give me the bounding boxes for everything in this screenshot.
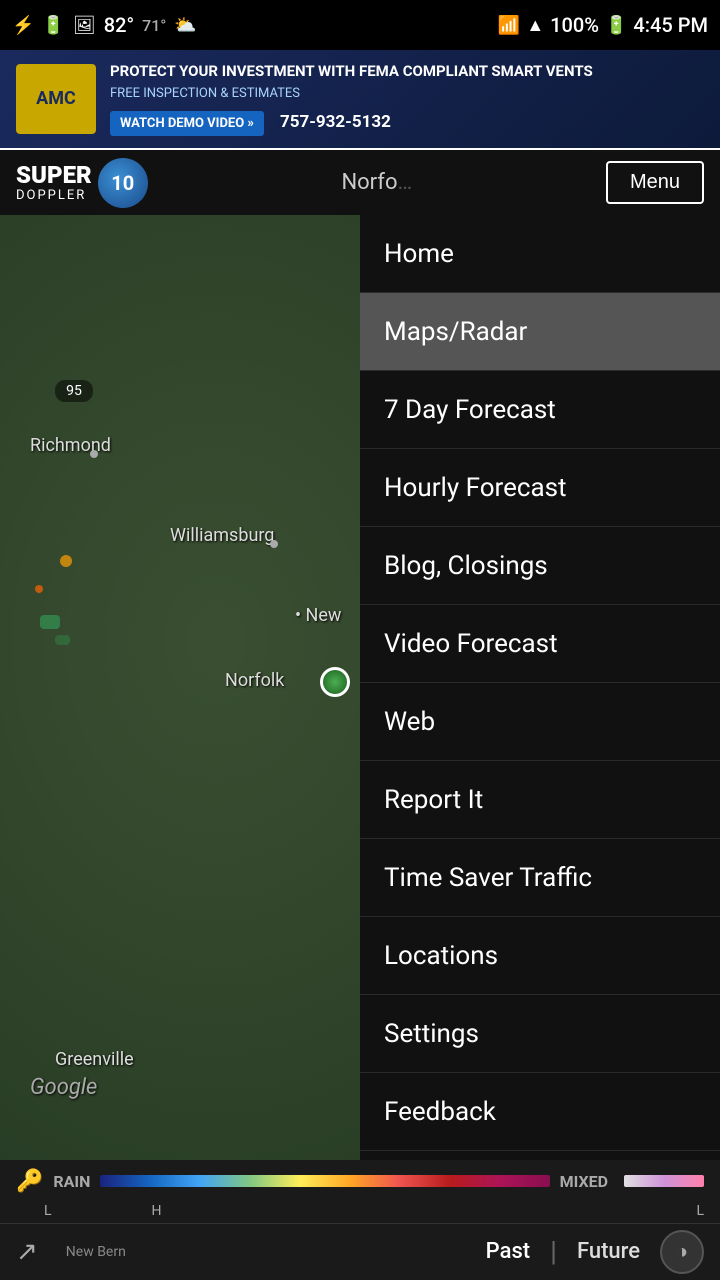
temp-low-display: 71° bbox=[142, 16, 166, 35]
map-label-google: Google bbox=[30, 1075, 97, 1100]
menu-item-video-forecast[interactable]: Video Forecast bbox=[360, 605, 720, 683]
menu-item-maps-radar[interactable]: Maps/Radar bbox=[360, 293, 720, 371]
rain-label: RAIN bbox=[53, 1172, 90, 1191]
wifi-icon: 📶 bbox=[498, 15, 520, 36]
signal-icon: ▲ bbox=[526, 15, 544, 36]
temperature-bubble: 95 bbox=[55, 380, 93, 402]
clock: 4:45 PM bbox=[633, 13, 708, 37]
rain-gradient bbox=[100, 1175, 549, 1187]
app-header: SUPER DOPPLER 10 Norfo… Menu bbox=[0, 150, 720, 215]
menu-item-report-it[interactable]: Report It bbox=[360, 761, 720, 839]
menu-item-label-feedback: Feedback bbox=[384, 1097, 496, 1127]
menu-item-label-locations: Locations bbox=[384, 941, 498, 971]
app-logo: SUPER DOPPLER 10 bbox=[16, 158, 148, 208]
menu-item-label-7-day-forecast: 7 Day Forecast bbox=[384, 395, 556, 425]
menu-item-label-hourly-forecast: Hourly Forecast bbox=[384, 473, 567, 503]
bottom-bar: 🔑 RAIN MIXED L H L ↗ New Bern Past | Fut… bbox=[0, 1160, 720, 1280]
menu-item-feedback[interactable]: Feedback bbox=[360, 1073, 720, 1151]
battery-full-icon: 🔋 bbox=[605, 15, 627, 36]
battery-100-icon: 🔋 bbox=[42, 15, 64, 36]
past-button[interactable]: Past bbox=[486, 1239, 530, 1264]
toggle-icon: ◑ bbox=[676, 1239, 688, 1264]
norfolk-marker bbox=[320, 667, 350, 697]
low-label-1: L bbox=[44, 1203, 52, 1219]
map-label-williamsburg: Williamsburg bbox=[170, 525, 274, 546]
menu-item-time-saver-traffic[interactable]: Time Saver Traffic bbox=[360, 839, 720, 917]
location-text: Norfo bbox=[341, 170, 397, 195]
radar-dot-2 bbox=[35, 585, 43, 593]
nav-divider: | bbox=[550, 1235, 557, 1268]
usb-icon: ⚡ bbox=[12, 15, 34, 36]
ad-phone: 757-932-5132 bbox=[280, 112, 391, 132]
menu-item-label-video-forecast: Video Forecast bbox=[384, 629, 558, 659]
image-icon: 🖼 bbox=[73, 15, 96, 36]
nav-toggle[interactable]: ◑ bbox=[660, 1230, 704, 1274]
radar-dot-4 bbox=[55, 635, 70, 645]
logo-number: 10 bbox=[111, 171, 134, 195]
menu-item-label-report-it: Report It bbox=[384, 785, 483, 815]
lh-labels: L H L bbox=[0, 1203, 720, 1223]
map-dot-richmond bbox=[90, 450, 98, 458]
future-button[interactable]: Future bbox=[577, 1239, 640, 1264]
menu-item-settings[interactable]: Settings bbox=[360, 995, 720, 1073]
ad-cta[interactable]: WATCH DEMO VIDEO » bbox=[110, 111, 264, 136]
menu-item-label-web: Web bbox=[384, 707, 435, 737]
menu-item-label-blog-closings: Blog, Closings bbox=[384, 551, 548, 581]
logo-circle: 10 bbox=[98, 158, 148, 208]
menu-items-container: Home Maps/Radar 7 Day Forecast Hourly Forec… bbox=[360, 215, 720, 1229]
radar-dot-1 bbox=[60, 555, 72, 567]
logo-super: SUPER bbox=[16, 162, 92, 188]
temperature-display: 82° bbox=[104, 13, 134, 37]
bubble-temp: 95 bbox=[66, 383, 82, 399]
key-icon: 🔑 bbox=[16, 1169, 43, 1194]
menu-item-label-time-saver-traffic: Time Saver Traffic bbox=[384, 863, 592, 893]
menu-item-label-home: Home bbox=[384, 239, 454, 269]
status-left-icons: ⚡ 🔋 🖼 82° 71° ⛅ bbox=[12, 13, 197, 37]
menu-item-web[interactable]: Web bbox=[360, 683, 720, 761]
menu-button[interactable]: Menu bbox=[606, 161, 704, 204]
ad-subtitle: FREE INSPECTION & ESTIMATES bbox=[110, 86, 704, 101]
header-location: Norfo… bbox=[148, 170, 606, 195]
menu-item-blog-closings[interactable]: Blog, Closings bbox=[360, 527, 720, 605]
ad-logo: AMC bbox=[16, 64, 96, 134]
ad-content: PROTECT YOUR INVESTMENT WITH FEMA COMPLI… bbox=[110, 62, 704, 136]
ad-title: PROTECT YOUR INVESTMENT WITH FEMA COMPLI… bbox=[110, 62, 704, 82]
mixed-gradient bbox=[624, 1175, 704, 1187]
status-bar: ⚡ 🔋 🖼 82° 71° ⛅ 📶 ▲ 100% 🔋 4:45 PM bbox=[0, 0, 720, 50]
share-icon[interactable]: ↗ bbox=[16, 1237, 38, 1267]
radar-dot-3 bbox=[40, 615, 60, 629]
menu-panel: Home Maps/Radar 7 Day Forecast Hourly Forec… bbox=[360, 215, 720, 1280]
logo-doppler: DOPPLER bbox=[16, 189, 92, 203]
menu-item-hourly-forecast[interactable]: Hourly Forecast bbox=[360, 449, 720, 527]
menu-item-label-settings: Settings bbox=[384, 1019, 479, 1049]
map-label-norfolk: Norfolk bbox=[225, 670, 284, 691]
battery-pct: 100% bbox=[550, 13, 599, 37]
weather-icon: ⛅ bbox=[174, 15, 196, 36]
map-label-greenville: Greenville bbox=[55, 1049, 134, 1070]
ad-logo-text: AMC bbox=[36, 88, 76, 110]
low-label-2: L bbox=[696, 1203, 704, 1219]
map-label-richmond: Richmond bbox=[30, 435, 111, 456]
nav-row: ↗ New Bern Past | Future ◑ bbox=[0, 1223, 720, 1280]
map-label-new: • New bbox=[295, 605, 341, 626]
menu-item-7-day-forecast[interactable]: 7 Day Forecast bbox=[360, 371, 720, 449]
status-right-icons: 📶 ▲ 100% 🔋 4:45 PM bbox=[498, 13, 708, 37]
menu-item-locations[interactable]: Locations bbox=[360, 917, 720, 995]
high-label: H bbox=[152, 1203, 162, 1219]
legend-row: 🔑 RAIN MIXED bbox=[0, 1160, 720, 1203]
ad-banner[interactable]: AMC PROTECT YOUR INVESTMENT WITH FEMA CO… bbox=[0, 50, 720, 150]
mixed-label: MIXED bbox=[560, 1172, 608, 1191]
new-bern-label: New Bern bbox=[66, 1244, 126, 1260]
menu-item-home[interactable]: Home bbox=[360, 215, 720, 293]
map-dot-williamsburg bbox=[270, 540, 278, 548]
menu-item-label-maps-radar: Maps/Radar bbox=[384, 317, 527, 347]
